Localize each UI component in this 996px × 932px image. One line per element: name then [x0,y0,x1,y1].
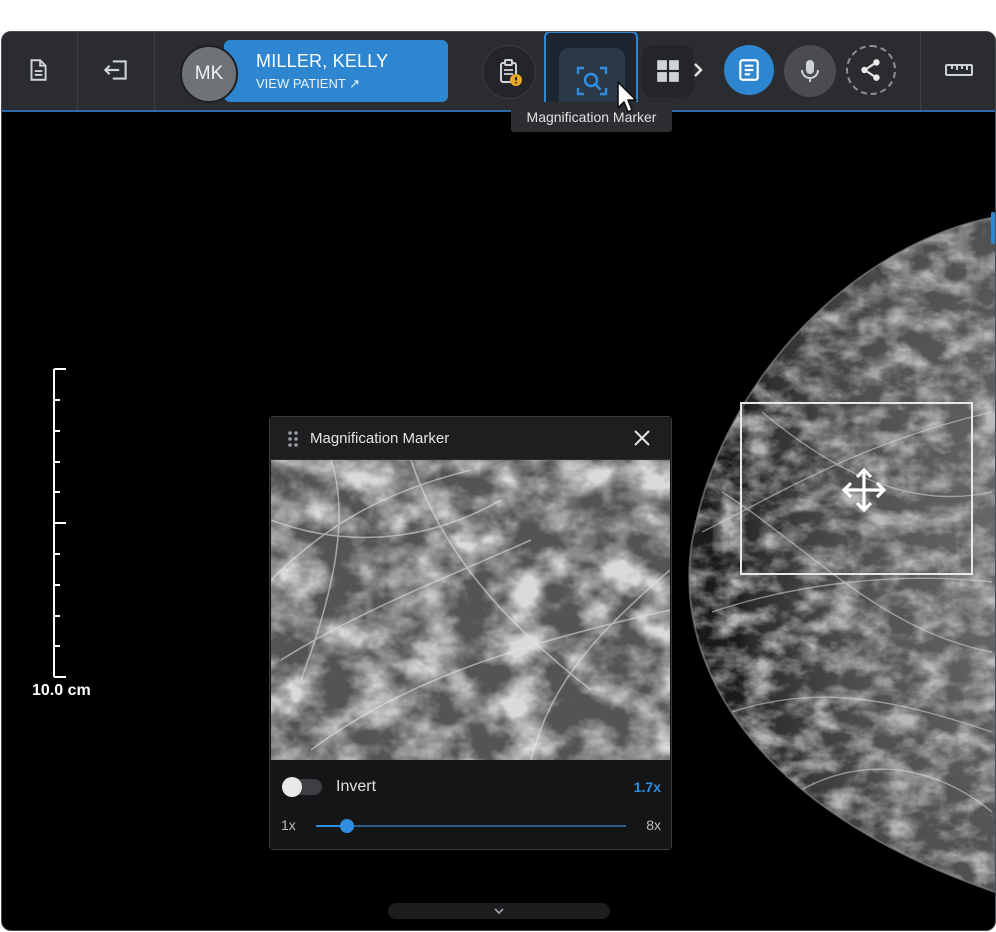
zoom-min-label: 1x [281,817,296,833]
exit-icon [103,60,127,80]
exit-button[interactable] [92,46,140,94]
view-patient-link[interactable]: VIEW PATIENT ↗ [256,76,360,92]
panel-header[interactable]: Magnification Marker [270,417,671,460]
ruler-icon [945,64,973,76]
magnification-panel: Magnification Marker Invert 1.7x 1x 8x [269,416,672,850]
expand-tools-button[interactable] [688,46,708,94]
tooltip: Magnification Marker [511,102,672,132]
chevron-right-icon [694,63,703,77]
viewer-window: MK MILLER, KELLY VIEW PATIENT ↗ 10.0 cm … [1,31,996,931]
scale-bar [50,368,90,678]
share-button[interactable] [846,45,896,95]
layout-button[interactable] [642,45,694,97]
scale-ruler [53,368,66,678]
worklist-alert-button[interactable] [482,45,536,99]
toolbar: MK MILLER, KELLY VIEW PATIENT ↗ [2,32,995,135]
bottom-drawer-handle[interactable] [388,903,610,919]
chevron-down-icon [494,908,504,915]
report-icon [739,59,759,81]
avatar: MK [180,45,238,103]
patient-name: MILLER, KELLY [256,51,389,71]
clipboard-alert-icon [500,59,522,86]
move-icon[interactable] [840,466,888,514]
invert-label: Invert [336,778,377,795]
microphone-icon [801,60,819,82]
zoom-slider[interactable] [316,819,626,833]
document-icon [30,59,47,81]
zoom-max-label: 8x [646,817,661,833]
invert-toggle[interactable] [282,777,322,797]
cursor-icon [617,81,637,113]
panel-title: Magnification Marker [310,430,450,447]
grid-layout-icon [657,60,679,82]
magnify-scan-icon [576,66,608,96]
close-icon[interactable] [633,429,651,447]
patient-card[interactable]: MK MILLER, KELLY VIEW PATIENT ↗ [180,40,450,103]
invert-toggle-knob [282,777,302,797]
zoom-value: 1.7x [633,779,661,795]
magnified-tissue [271,460,670,760]
zoom-slider-thumb[interactable] [340,819,354,833]
report-button[interactable] [724,45,774,95]
magnification-region[interactable] [740,402,973,575]
drag-handle-icon[interactable] [286,429,300,449]
side-panel-tab[interactable] [991,212,995,244]
scale-label: 10.0 cm [32,682,91,699]
magnified-view [271,460,670,760]
share-icon [861,59,880,81]
ruler-button[interactable] [935,46,983,94]
document-button[interactable] [14,46,62,94]
panel-controls: Invert 1.7x 1x 8x [270,761,671,849]
image-viewport[interactable]: 10.0 cm Magnification Marker Invert 1.7x… [2,112,995,930]
dictation-button[interactable] [784,45,836,97]
patient-info[interactable]: MILLER, KELLY VIEW PATIENT ↗ [224,40,448,102]
